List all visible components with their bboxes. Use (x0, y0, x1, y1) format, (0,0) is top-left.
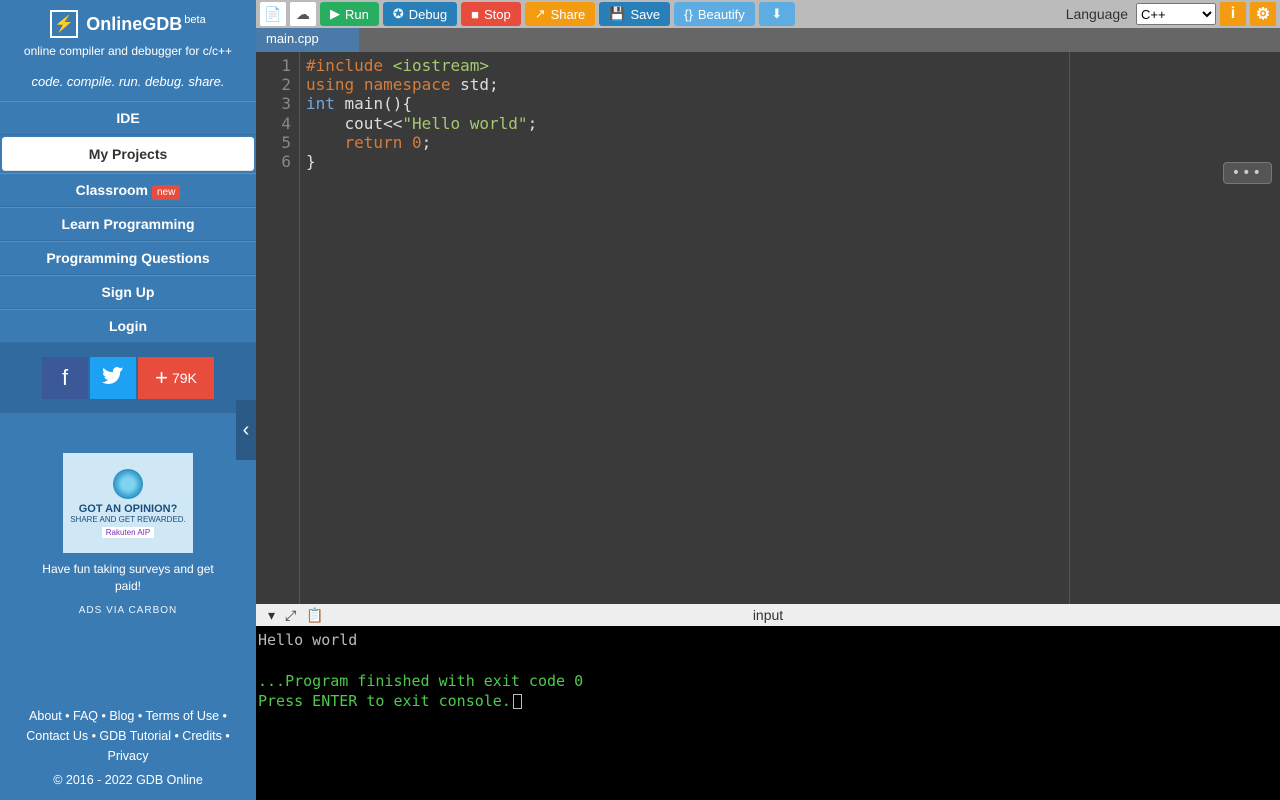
tab-bar: main.cpp (256, 28, 1280, 52)
ad-text[interactable]: Have fun taking surveys and get paid! (10, 561, 246, 595)
nav-ide[interactable]: IDE (0, 101, 256, 135)
nav-label: Classroom (76, 182, 148, 198)
social-row: f +79K (0, 343, 256, 413)
toolbar: 📄 ☁ ▶ Run ✪ Debug ■ Stop ↗ Share 💾 Save … (256, 0, 1280, 28)
nav-label: Programming Questions (46, 250, 209, 266)
nav-label: Learn Programming (61, 216, 194, 232)
nav-label: My Projects (89, 146, 168, 162)
console-line: Press ENTER to exit console. (258, 692, 511, 710)
console-expand-icon[interactable]: ⤢ (285, 607, 296, 624)
nav-label: IDE (116, 110, 139, 126)
language-select[interactable]: C++ (1136, 3, 1216, 25)
tagline: code. compile. run. debug. share. (0, 64, 256, 101)
nav-classroom[interactable]: Classroom new (0, 173, 256, 207)
beautify-label: Beautify (698, 7, 745, 22)
footer: About • FAQ • Blog • Terms of Use • Cont… (0, 706, 256, 790)
footer-links[interactable]: About • FAQ • Blog • Terms of Use • Cont… (8, 706, 248, 766)
tab-main-cpp[interactable]: main.cpp (256, 28, 359, 52)
share-label: Share (551, 7, 586, 22)
logo-area: ⚡ OnlineGDBbeta online compiler and debu… (0, 0, 256, 64)
console-output[interactable]: Hello world ...Program finished with exi… (256, 626, 1280, 800)
addthis-button[interactable]: +79K (138, 357, 214, 399)
footer-copyright: © 2016 - 2022 GDB Online (8, 770, 248, 790)
nav-my-projects[interactable]: My Projects (2, 137, 254, 171)
console-line: Hello world (258, 630, 1278, 650)
save-label: Save (630, 7, 660, 22)
line-number: 5 (256, 133, 291, 152)
save-button[interactable]: 💾 Save (599, 2, 670, 26)
share-button[interactable]: ↗ Share (525, 2, 596, 26)
new-badge: new (152, 185, 180, 200)
share-count: 79K (172, 370, 197, 386)
facebook-icon[interactable]: f (42, 357, 88, 399)
collapse-sidebar-icon[interactable]: ‹ (236, 400, 256, 460)
ad-sub: SHARE AND GET REWARDED. (70, 515, 186, 524)
run-label: Run (345, 7, 369, 22)
ad-image[interactable]: GOT AN OPINION? SHARE AND GET REWARDED. … (63, 453, 193, 553)
logo-subtitle: online compiler and debugger for c/c++ (0, 44, 256, 58)
nav-label: Login (109, 318, 147, 334)
stop-label: Stop (484, 7, 511, 22)
console-collapse-icon[interactable]: ▾ (268, 607, 275, 624)
sidebar: ⚡ OnlineGDBbeta online compiler and debu… (0, 0, 256, 800)
code-editor[interactable]: 1 2 3 4 5 6 #include <iostream> using na… (256, 52, 1280, 604)
ad-via[interactable]: ADS VIA CARBON (10, 605, 246, 616)
logo-icon: ⚡ (50, 10, 78, 38)
nav-learn[interactable]: Learn Programming (0, 207, 256, 241)
ad-brand: Rakuten AIP (102, 527, 154, 538)
twitter-icon[interactable] (90, 357, 136, 399)
cursor-icon (513, 694, 522, 709)
main: 📄 ☁ ▶ Run ✪ Debug ■ Stop ↗ Share 💾 Save … (256, 0, 1280, 800)
line-number: 4 (256, 114, 291, 133)
stop-button[interactable]: ■ Stop (461, 2, 521, 26)
console-header: ▾ ⤢ 📋 input (256, 604, 1280, 626)
line-number: 3 (256, 94, 291, 113)
language-label: Language (1066, 6, 1128, 22)
ad-area: GOT AN OPINION? SHARE AND GET REWARDED. … (0, 413, 256, 626)
run-button[interactable]: ▶ Run (320, 2, 379, 26)
download-button[interactable]: ⬇ (759, 2, 795, 26)
beautify-button[interactable]: {} Beautify (674, 2, 755, 26)
nav-label: Sign Up (102, 284, 155, 300)
upload-icon[interactable]: ☁ (290, 2, 316, 26)
editor-divider (1069, 52, 1070, 604)
line-number: 2 (256, 75, 291, 94)
settings-icon[interactable]: ⚙ (1250, 2, 1276, 26)
console-title: input (753, 607, 783, 623)
line-number: 6 (256, 152, 291, 171)
logo-beta: beta (184, 14, 205, 26)
nav-signup[interactable]: Sign Up (0, 275, 256, 309)
line-number: 1 (256, 56, 291, 75)
console-copy-icon[interactable]: 📋 (306, 607, 323, 624)
logo-title: OnlineGDB (86, 14, 182, 34)
editor-more-icon[interactable]: ••• (1223, 162, 1272, 184)
bulb-icon (113, 469, 143, 499)
nav-login[interactable]: Login (0, 309, 256, 343)
debug-button[interactable]: ✪ Debug (383, 2, 457, 26)
debug-label: Debug (409, 7, 447, 22)
tab-label: main.cpp (266, 31, 319, 46)
info-icon[interactable]: i (1220, 2, 1246, 26)
new-file-icon[interactable]: 📄 (260, 2, 286, 26)
line-gutter: 1 2 3 4 5 6 (256, 52, 300, 604)
nav-questions[interactable]: Programming Questions (0, 241, 256, 275)
code-content[interactable]: #include <iostream> using namespace std;… (300, 52, 537, 604)
ad-headline: GOT AN OPINION? (79, 503, 178, 515)
console-line: ...Program finished with exit code 0 (258, 671, 1278, 691)
